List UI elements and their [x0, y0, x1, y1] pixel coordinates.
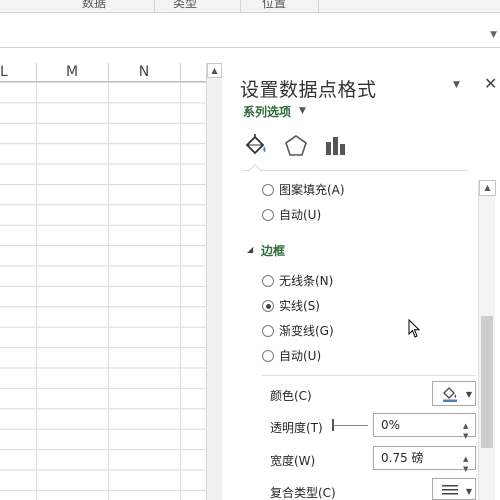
- radio-label: 自动(U): [279, 349, 322, 363]
- pane-title: 设置数据点格式: [240, 79, 377, 101]
- ribbon-group-data: 数据: [82, 0, 107, 10]
- spreadsheet-grid[interactable]: L M N: [0, 58, 206, 500]
- spin-down-icon[interactable]: ▼: [463, 425, 468, 447]
- cell-grid[interactable]: [0, 82, 206, 500]
- mouse-cursor-icon: [408, 319, 421, 338]
- radio-button[interactable]: [262, 209, 274, 221]
- ribbon-separator: [318, 0, 319, 12]
- active-tab-indicator: [247, 163, 263, 179]
- radio-label: 实线(S): [279, 299, 320, 313]
- radio-button[interactable]: [262, 184, 274, 196]
- ribbon-separator: [240, 0, 241, 12]
- series-options-dropdown[interactable]: 系列选项: [243, 103, 291, 120]
- paint-bucket-icon: [443, 387, 457, 402]
- chevron-down-icon[interactable]: ▼: [453, 80, 460, 90]
- transparency-slider-thumb[interactable]: [332, 419, 334, 431]
- transparency-input[interactable]: 0% ▲ ▼: [373, 413, 476, 440]
- color-picker-button[interactable]: ▼: [432, 381, 476, 406]
- radio-button-checked[interactable]: [262, 300, 274, 312]
- pane-vertical-scrollbar[interactable]: ▲: [478, 180, 496, 500]
- radio-button[interactable]: [262, 275, 274, 287]
- column-divider: [36, 63, 37, 82]
- scroll-up-arrow-icon[interactable]: ▲: [207, 63, 222, 78]
- chevron-down-icon[interactable]: ▼: [299, 106, 306, 116]
- transparency-label: 透明度(T): [270, 421, 323, 435]
- column-header-n[interactable]: N: [108, 63, 180, 82]
- spinner[interactable]: ▲ ▼: [463, 415, 473, 440]
- radio-label: 自动(U): [279, 208, 322, 222]
- column-divider: [180, 63, 181, 82]
- ribbon-group-position: 位置: [262, 0, 287, 10]
- section-divider: [262, 375, 476, 376]
- tab-underline: [243, 170, 468, 171]
- spinner[interactable]: ▲ ▼: [463, 448, 473, 473]
- column-header-l[interactable]: L: [0, 63, 36, 82]
- ribbon-separator: [154, 0, 155, 12]
- chevron-down-icon: ▼: [465, 487, 472, 496]
- scrollbar-thumb[interactable]: [481, 316, 493, 448]
- close-icon[interactable]: ✕: [484, 74, 497, 93]
- formula-bar[interactable]: ▼: [0, 14, 500, 48]
- radio-label: 渐变线(G): [279, 324, 334, 338]
- excel-window: 数据 类型 位置 ▼ L M N ▲ 设置数据点格式 系列选项 ▼ ▼ ✕ 图案…: [0, 0, 500, 500]
- pentagon-icon[interactable]: [283, 133, 309, 159]
- paint-bucket-icon[interactable]: [243, 133, 269, 159]
- compound-type-label: 复合类型(C): [270, 486, 336, 500]
- sheet-vertical-scrollbar[interactable]: ▲: [206, 63, 222, 500]
- spin-down-icon[interactable]: ▼: [463, 458, 468, 480]
- transparency-slider-track[interactable]: [333, 425, 368, 426]
- width-input[interactable]: 0.75 磅 ▲ ▼: [373, 446, 476, 473]
- color-label: 颜色(C): [270, 389, 312, 403]
- radio-button[interactable]: [262, 325, 274, 337]
- section-title-border[interactable]: 边框: [261, 242, 285, 259]
- scroll-up-arrow-icon[interactable]: ▲: [479, 180, 496, 196]
- column-divider: [108, 63, 109, 82]
- ribbon-strip: 数据 类型 位置: [0, 0, 500, 13]
- width-label: 宽度(W): [270, 454, 316, 468]
- column-header-m[interactable]: M: [36, 63, 108, 82]
- chevron-down-icon[interactable]: ▼: [490, 30, 497, 40]
- radio-label: 图案填充(A): [279, 183, 345, 197]
- ribbon-group-type: 类型: [173, 0, 198, 10]
- radio-label: 无线条(N): [279, 274, 334, 288]
- chevron-down-icon: ▼: [465, 390, 472, 399]
- radio-button[interactable]: [262, 350, 274, 362]
- column-headers: L M N: [0, 63, 206, 82]
- width-value: 0.75 磅: [381, 451, 424, 465]
- collapse-caret-icon[interactable]: ◢: [247, 245, 253, 254]
- line-style-icon: [442, 485, 458, 495]
- transparency-value: 0%: [381, 418, 401, 432]
- compound-type-dropdown[interactable]: ▼: [432, 478, 476, 500]
- bar-chart-icon[interactable]: [323, 133, 349, 159]
